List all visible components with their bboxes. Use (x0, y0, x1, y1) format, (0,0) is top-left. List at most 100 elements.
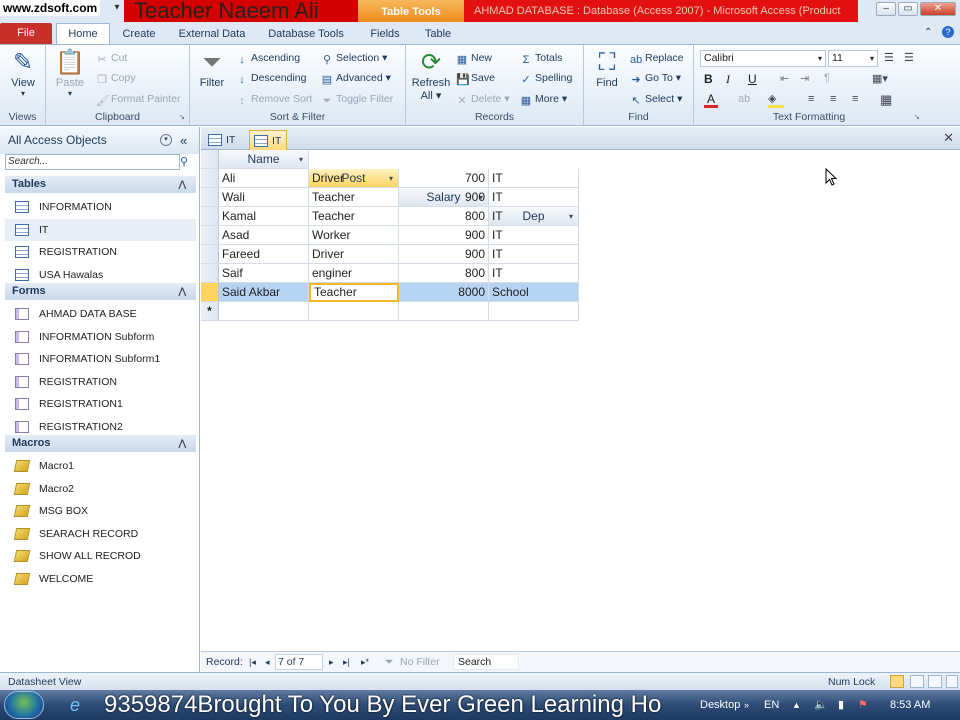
nav-item-information-subform[interactable]: INFORMATION Subform (5, 326, 196, 348)
network-icon[interactable]: ▮ (838, 690, 844, 720)
totals-button[interactable]: Σ Totals (520, 52, 563, 66)
nav-item-it[interactable]: IT (5, 218, 196, 241)
table-cell[interactable]: Fareed (219, 245, 309, 264)
tab-external-data[interactable]: External Data (172, 24, 252, 44)
volume-icon[interactable]: 🔈 (814, 690, 828, 720)
align-left-icon[interactable]: ≡ (808, 93, 814, 105)
nav-menu-icon[interactable]: ▾ (160, 134, 172, 146)
nav-item-registration[interactable]: REGISTRATION (5, 241, 196, 263)
doc-tab-it-1[interactable]: IT (204, 130, 240, 150)
delete-record-button[interactable]: ✕ Delete ▾ (456, 93, 509, 107)
table-cell[interactable]: Kamal (219, 207, 309, 226)
table-cell[interactable]: Worker (309, 226, 399, 245)
underline-button[interactable]: U (748, 72, 757, 86)
nav-section-tables[interactable]: Tables ⋀ (5, 176, 196, 193)
clock[interactable]: 8:53 AM (890, 690, 930, 720)
ribbon-minimize-icon[interactable]: ⌃ (924, 27, 932, 38)
descending-button[interactable]: ↓ Descending (236, 72, 306, 86)
table-cell[interactable]: Driver (309, 245, 399, 264)
show-toolbar-icon[interactable]: » (744, 690, 749, 720)
selection-button[interactable]: ⚲ Selection ▾ (321, 52, 387, 66)
tab-create[interactable]: Create (114, 24, 164, 44)
table-cell[interactable]: Teacher (309, 283, 399, 302)
new-record-selector[interactable]: * (201, 302, 219, 321)
text-formatting-launcher-icon[interactable]: ↘ (914, 114, 922, 122)
prev-record-icon[interactable]: ◂ (265, 652, 270, 672)
maximize-button[interactable]: ▭ (898, 2, 918, 16)
desktop-toolbar[interactable]: Desktop (700, 690, 740, 720)
clipboard-launcher-icon[interactable]: ↘ (179, 114, 187, 122)
refresh-all-button[interactable]: ⟳ Refresh All ▾ (410, 49, 452, 102)
nav-item-information-subform1[interactable]: INFORMATION Subform1 (5, 348, 196, 370)
table-cell[interactable]: Saif (219, 264, 309, 283)
table-cell[interactable]: 900 (399, 226, 489, 245)
table-cell[interactable]: IT (489, 245, 579, 264)
nav-item-searach-record[interactable]: SEARACH RECORD (5, 523, 196, 545)
ascending-button[interactable]: ↓ Ascending (236, 52, 300, 66)
design-view-icon[interactable] (946, 675, 958, 688)
table-cell[interactable]: Asad (219, 226, 309, 245)
record-selector[interactable] (201, 188, 219, 207)
nav-section-macros[interactable]: Macros ⋀ (5, 435, 196, 452)
align-center-icon[interactable]: ≡ (830, 93, 836, 105)
find-button[interactable]: ⛶ Find (588, 49, 626, 89)
first-record-icon[interactable]: |◂ (249, 652, 256, 672)
table-cell[interactable]: 900 (399, 188, 489, 207)
nav-item-registration1[interactable]: REGISTRATION1 (5, 393, 196, 415)
font-name-select[interactable]: Calibri ▾ (700, 50, 826, 67)
table-cell[interactable]: Said Akbar (219, 283, 309, 302)
advanced-button[interactable]: ▤ Advanced ▾ (321, 72, 391, 86)
nav-pane-header[interactable]: All Access Objects ▾ « (0, 127, 199, 154)
filter-button[interactable]: ⏷ Filter (194, 49, 230, 89)
fill-color-icon[interactable]: ◈ (768, 93, 784, 108)
internet-explorer-icon[interactable]: e (62, 694, 88, 716)
font-size-select[interactable]: 11 ▾ (828, 50, 878, 67)
table-cell[interactable]: 800 (399, 207, 489, 226)
align-right-icon[interactable]: ≡ (852, 93, 858, 105)
table-cell[interactable]: IT (489, 226, 579, 245)
close-document-icon[interactable]: ✕ (943, 130, 954, 146)
record-selector[interactable] (201, 245, 219, 264)
paste-button[interactable]: 📋 Paste ▾ (52, 49, 88, 98)
current-record-field[interactable]: 7 of 7 (275, 654, 323, 670)
font-color-icon[interactable]: A (704, 93, 718, 108)
indent-icon[interactable]: ⇤ (780, 72, 789, 85)
column-dropdown-icon[interactable]: ▾ (299, 150, 303, 168)
italic-button[interactable]: I (726, 72, 730, 87)
gridlines-icon[interactable]: ▦▾ (872, 72, 888, 85)
new-record-cell[interactable] (399, 302, 489, 321)
select-all-corner[interactable] (201, 150, 219, 169)
record-selector[interactable] (201, 283, 219, 302)
record-search-input[interactable]: Search (453, 654, 519, 670)
collapse-chevron-icon[interactable]: ⋀ (179, 435, 186, 452)
bold-button[interactable]: B (704, 72, 713, 86)
record-selector[interactable] (201, 264, 219, 283)
nav-item-information[interactable]: INFORMATION (5, 196, 196, 218)
nav-item-registration[interactable]: REGISTRATION (5, 371, 196, 393)
nav-item-msg-box[interactable]: MSG BOX (5, 500, 196, 522)
nav-search-input[interactable]: Search... (5, 154, 180, 170)
tab-file[interactable]: File (0, 23, 52, 44)
pivot-table-view-icon[interactable] (910, 675, 924, 688)
format-painter-button[interactable]: 🖌Format Painter (96, 93, 180, 107)
start-button[interactable] (4, 691, 44, 719)
view-button[interactable]: ✎ View ▾ (4, 49, 42, 98)
table-cell[interactable]: 800 (399, 264, 489, 283)
quick-access-dropdown-icon[interactable]: ▾ (110, 2, 124, 18)
replace-button[interactable]: ab Replace (630, 52, 684, 66)
table-cell[interactable]: enginer (309, 264, 399, 283)
tray-expand-icon[interactable]: ▲ (792, 690, 801, 720)
record-selector[interactable] (201, 207, 219, 226)
table-cell[interactable]: Wali (219, 188, 309, 207)
table-cell[interactable]: Driver (309, 169, 399, 188)
table-cell[interactable]: 8000 (399, 283, 489, 302)
cut-button[interactable]: ✂ Cut (96, 52, 127, 66)
numbering-icon[interactable]: ☰ (904, 51, 914, 64)
nav-item-welcome[interactable]: WELCOME (5, 568, 196, 590)
nav-item-ahmad-data-base[interactable]: AHMAD DATA BASE (5, 303, 196, 325)
no-filter-button[interactable]: No Filter (400, 652, 440, 672)
table-cell[interactable]: IT (489, 169, 579, 188)
table-cell[interactable]: IT (489, 188, 579, 207)
paragraph-icon[interactable]: ¶ (824, 72, 830, 84)
table-cell[interactable]: IT (489, 207, 579, 226)
